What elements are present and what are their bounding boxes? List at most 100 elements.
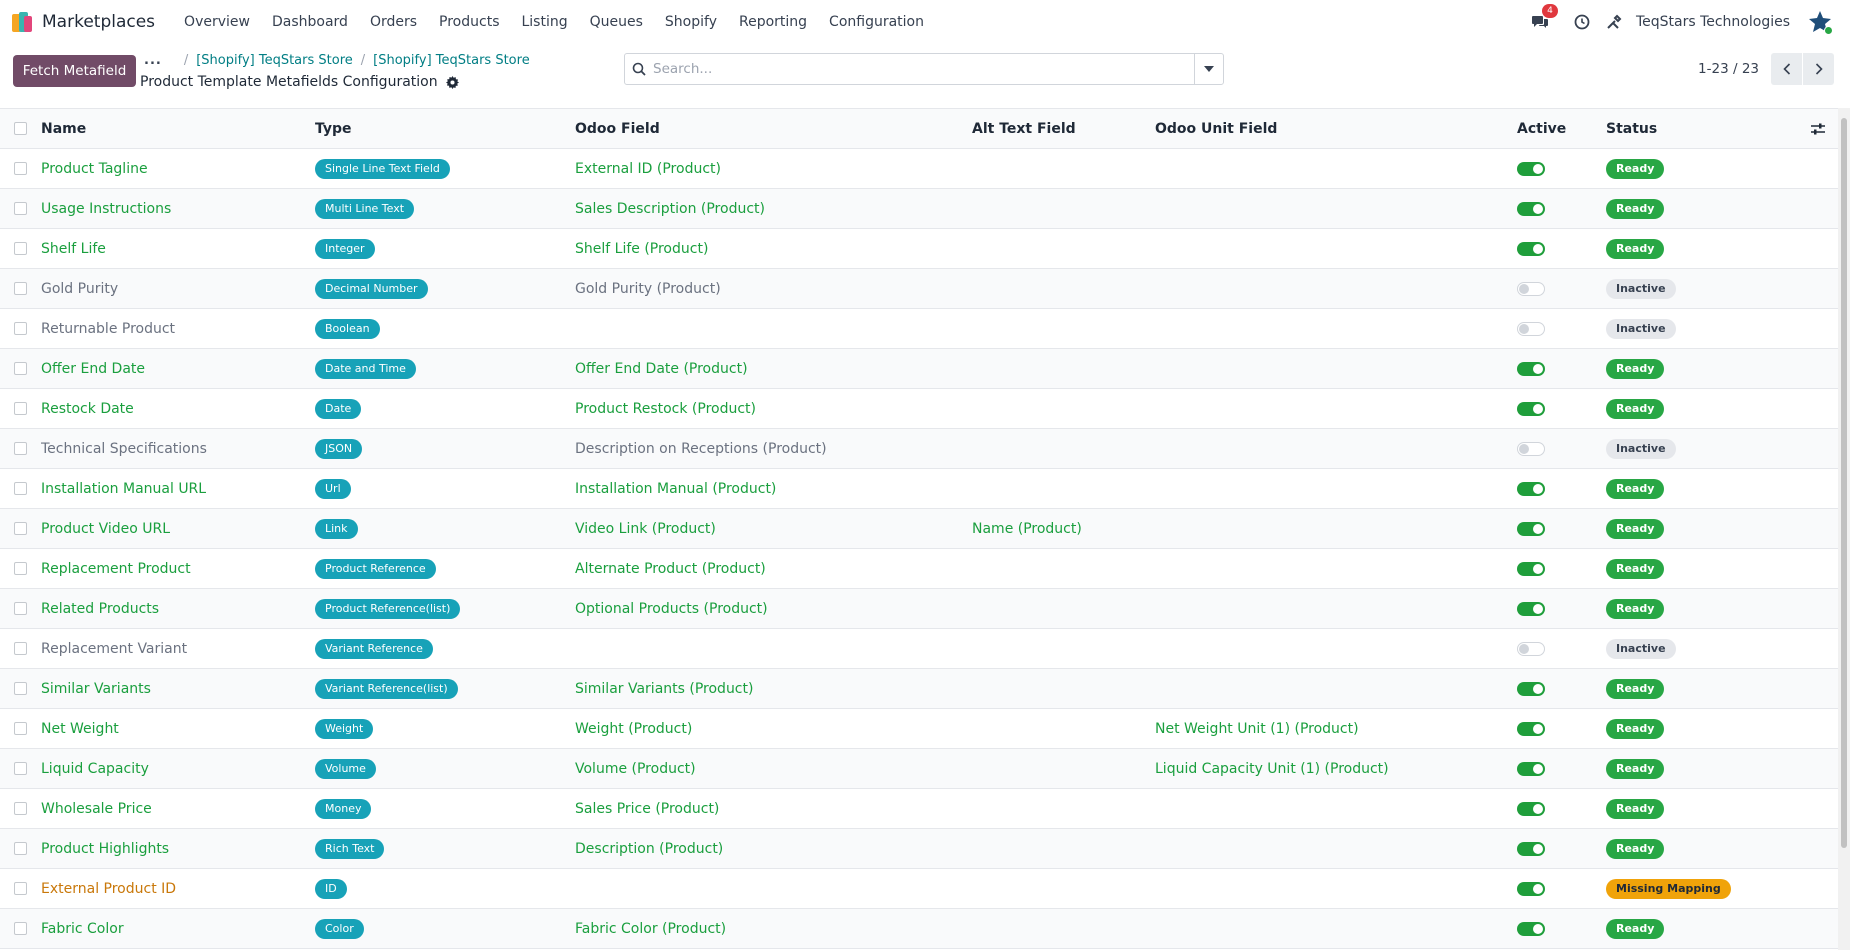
column-header-status[interactable]: Status bbox=[1606, 108, 1798, 149]
cell-name[interactable]: Product Tagline bbox=[41, 148, 315, 189]
cell-alt-text-field[interactable] bbox=[972, 428, 1155, 469]
table-row[interactable]: Wholesale Price Money Sales Price (Product… bbox=[0, 788, 1838, 829]
row-checkbox[interactable] bbox=[14, 922, 27, 935]
row-checkbox[interactable] bbox=[14, 242, 27, 255]
search-options-toggle[interactable] bbox=[1194, 54, 1223, 84]
cell-odoo-field[interactable]: Sales Description (Product) bbox=[575, 188, 972, 229]
cell-odoo-unit-field[interactable] bbox=[1155, 548, 1517, 589]
cell-name[interactable]: Liquid Capacity bbox=[41, 748, 315, 789]
active-toggle[interactable] bbox=[1517, 561, 1545, 576]
menu-item-listing[interactable]: Listing bbox=[510, 0, 578, 44]
cell-odoo-field[interactable]: Installation Manual (Product) bbox=[575, 468, 972, 509]
row-checkbox[interactable] bbox=[14, 802, 27, 815]
cell-odoo-unit-field[interactable]: Liquid Capacity Unit (1) (Product) bbox=[1155, 748, 1517, 789]
cell-odoo-unit-field[interactable] bbox=[1155, 228, 1517, 269]
row-checkbox[interactable] bbox=[14, 162, 27, 175]
row-checkbox[interactable] bbox=[14, 602, 27, 615]
active-toggle[interactable] bbox=[1517, 761, 1545, 776]
cell-odoo-unit-field[interactable] bbox=[1155, 388, 1517, 429]
table-row[interactable]: Related Products Product Reference(list) O… bbox=[0, 588, 1838, 629]
table-row[interactable]: Replacement Variant Variant Reference Inac… bbox=[0, 628, 1838, 669]
cell-alt-text-field[interactable] bbox=[972, 308, 1155, 349]
row-checkbox[interactable] bbox=[14, 322, 27, 335]
cell-name[interactable]: Usage Instructions bbox=[41, 188, 315, 229]
cell-name[interactable]: External Product ID bbox=[41, 868, 315, 909]
table-row[interactable]: Product Video URL Link Video Link (Product… bbox=[0, 508, 1838, 549]
active-toggle[interactable] bbox=[1517, 721, 1545, 736]
table-row[interactable]: Installation Manual URL Url Installation M… bbox=[0, 468, 1838, 509]
cell-alt-text-field[interactable] bbox=[972, 668, 1155, 709]
column-header-active[interactable]: Active bbox=[1517, 108, 1606, 149]
cell-odoo-field[interactable]: Optional Products (Product) bbox=[575, 588, 972, 629]
breadcrumb-link-store-2[interactable]: [Shopify] TeqStars Store bbox=[373, 53, 530, 68]
cell-alt-text-field[interactable] bbox=[972, 228, 1155, 269]
row-checkbox[interactable] bbox=[14, 282, 27, 295]
cell-odoo-field[interactable]: Similar Variants (Product) bbox=[575, 668, 972, 709]
user-avatar[interactable] bbox=[1808, 10, 1833, 35]
cell-odoo-unit-field[interactable] bbox=[1155, 348, 1517, 389]
table-row[interactable]: Product Highlights Rich Text Description (… bbox=[0, 828, 1838, 869]
active-toggle[interactable] bbox=[1517, 401, 1545, 416]
table-row[interactable]: Product Tagline Single Line Text Field Ext… bbox=[0, 148, 1838, 189]
menu-item-reporting[interactable]: Reporting bbox=[728, 0, 818, 44]
company-switcher[interactable]: TeqStars Technologies bbox=[1636, 14, 1790, 30]
cell-alt-text-field[interactable] bbox=[972, 788, 1155, 829]
cell-name[interactable]: Returnable Product bbox=[41, 308, 315, 349]
cell-odoo-unit-field[interactable] bbox=[1155, 428, 1517, 469]
cell-odoo-field[interactable]: Fabric Color (Product) bbox=[575, 908, 972, 949]
active-toggle[interactable] bbox=[1517, 641, 1545, 656]
row-checkbox[interactable] bbox=[14, 722, 27, 735]
cell-odoo-unit-field[interactable] bbox=[1155, 828, 1517, 869]
cell-name[interactable]: Installation Manual URL bbox=[41, 468, 315, 509]
cell-alt-text-field[interactable] bbox=[972, 628, 1155, 669]
cell-odoo-field[interactable]: Alternate Product (Product) bbox=[575, 548, 972, 589]
row-checkbox[interactable] bbox=[14, 642, 27, 655]
active-toggle[interactable] bbox=[1517, 921, 1545, 936]
select-all-checkbox[interactable] bbox=[14, 122, 27, 135]
cell-name[interactable]: Replacement Product bbox=[41, 548, 315, 589]
cell-name[interactable]: Gold Purity bbox=[41, 268, 315, 309]
row-checkbox[interactable] bbox=[14, 522, 27, 535]
cell-name[interactable]: Net Weight bbox=[41, 708, 315, 749]
activity-clock-icon[interactable] bbox=[1572, 12, 1592, 32]
menu-item-dashboard[interactable]: Dashboard bbox=[261, 0, 359, 44]
row-checkbox[interactable] bbox=[14, 442, 27, 455]
table-row[interactable]: Net Weight Weight Weight (Product) Net Weig… bbox=[0, 708, 1838, 749]
column-header-odoo-field[interactable]: Odoo Field bbox=[575, 108, 972, 149]
active-toggle[interactable] bbox=[1517, 881, 1545, 896]
breadcrumb-link-store[interactable]: [Shopify] TeqStars Store bbox=[196, 53, 353, 68]
menu-item-configuration[interactable]: Configuration bbox=[818, 0, 935, 44]
table-row[interactable]: Liquid Capacity Volume Volume (Product) Liq… bbox=[0, 748, 1838, 789]
cell-odoo-unit-field[interactable] bbox=[1155, 268, 1517, 309]
row-checkbox[interactable] bbox=[14, 202, 27, 215]
active-toggle[interactable] bbox=[1517, 681, 1545, 696]
cell-odoo-unit-field[interactable] bbox=[1155, 908, 1517, 949]
active-toggle[interactable] bbox=[1517, 481, 1545, 496]
cell-name[interactable]: Replacement Variant bbox=[41, 628, 315, 669]
cell-odoo-field[interactable]: Shelf Life (Product) bbox=[575, 228, 972, 269]
row-checkbox[interactable] bbox=[14, 842, 27, 855]
breadcrumb-more-button[interactable]: ... bbox=[144, 53, 162, 68]
fetch-metafield-button[interactable]: Fetch Metafield bbox=[13, 55, 136, 87]
menu-item-orders[interactable]: Orders bbox=[359, 0, 428, 44]
table-row[interactable]: Shelf Life Integer Shelf Life (Product) Rea… bbox=[0, 228, 1838, 269]
column-header-name[interactable]: Name bbox=[41, 108, 315, 149]
row-checkbox[interactable] bbox=[14, 682, 27, 695]
scrollbar-thumb[interactable] bbox=[1841, 118, 1847, 848]
cell-name[interactable]: Restock Date bbox=[41, 388, 315, 429]
active-toggle[interactable] bbox=[1517, 601, 1545, 616]
cell-alt-text-field[interactable] bbox=[972, 388, 1155, 429]
table-row[interactable]: Gold Purity Decimal Number Gold Purity (Pr… bbox=[0, 268, 1838, 309]
cell-name[interactable]: Product Highlights bbox=[41, 828, 315, 869]
active-toggle[interactable] bbox=[1517, 801, 1545, 816]
table-row[interactable]: Offer End Date Date and Time Offer End Dat… bbox=[0, 348, 1838, 389]
active-toggle[interactable] bbox=[1517, 361, 1545, 376]
table-row[interactable]: Similar Variants Variant Reference(list) S… bbox=[0, 668, 1838, 709]
cell-odoo-field[interactable] bbox=[575, 868, 972, 909]
table-row[interactable]: External Product ID ID Missing Mapping bbox=[0, 868, 1838, 909]
cell-alt-text-field[interactable] bbox=[972, 348, 1155, 389]
menu-item-shopify[interactable]: Shopify bbox=[654, 0, 728, 44]
cell-name[interactable]: Technical Specifications bbox=[41, 428, 315, 469]
active-toggle[interactable] bbox=[1517, 241, 1545, 256]
active-toggle[interactable] bbox=[1517, 441, 1545, 456]
